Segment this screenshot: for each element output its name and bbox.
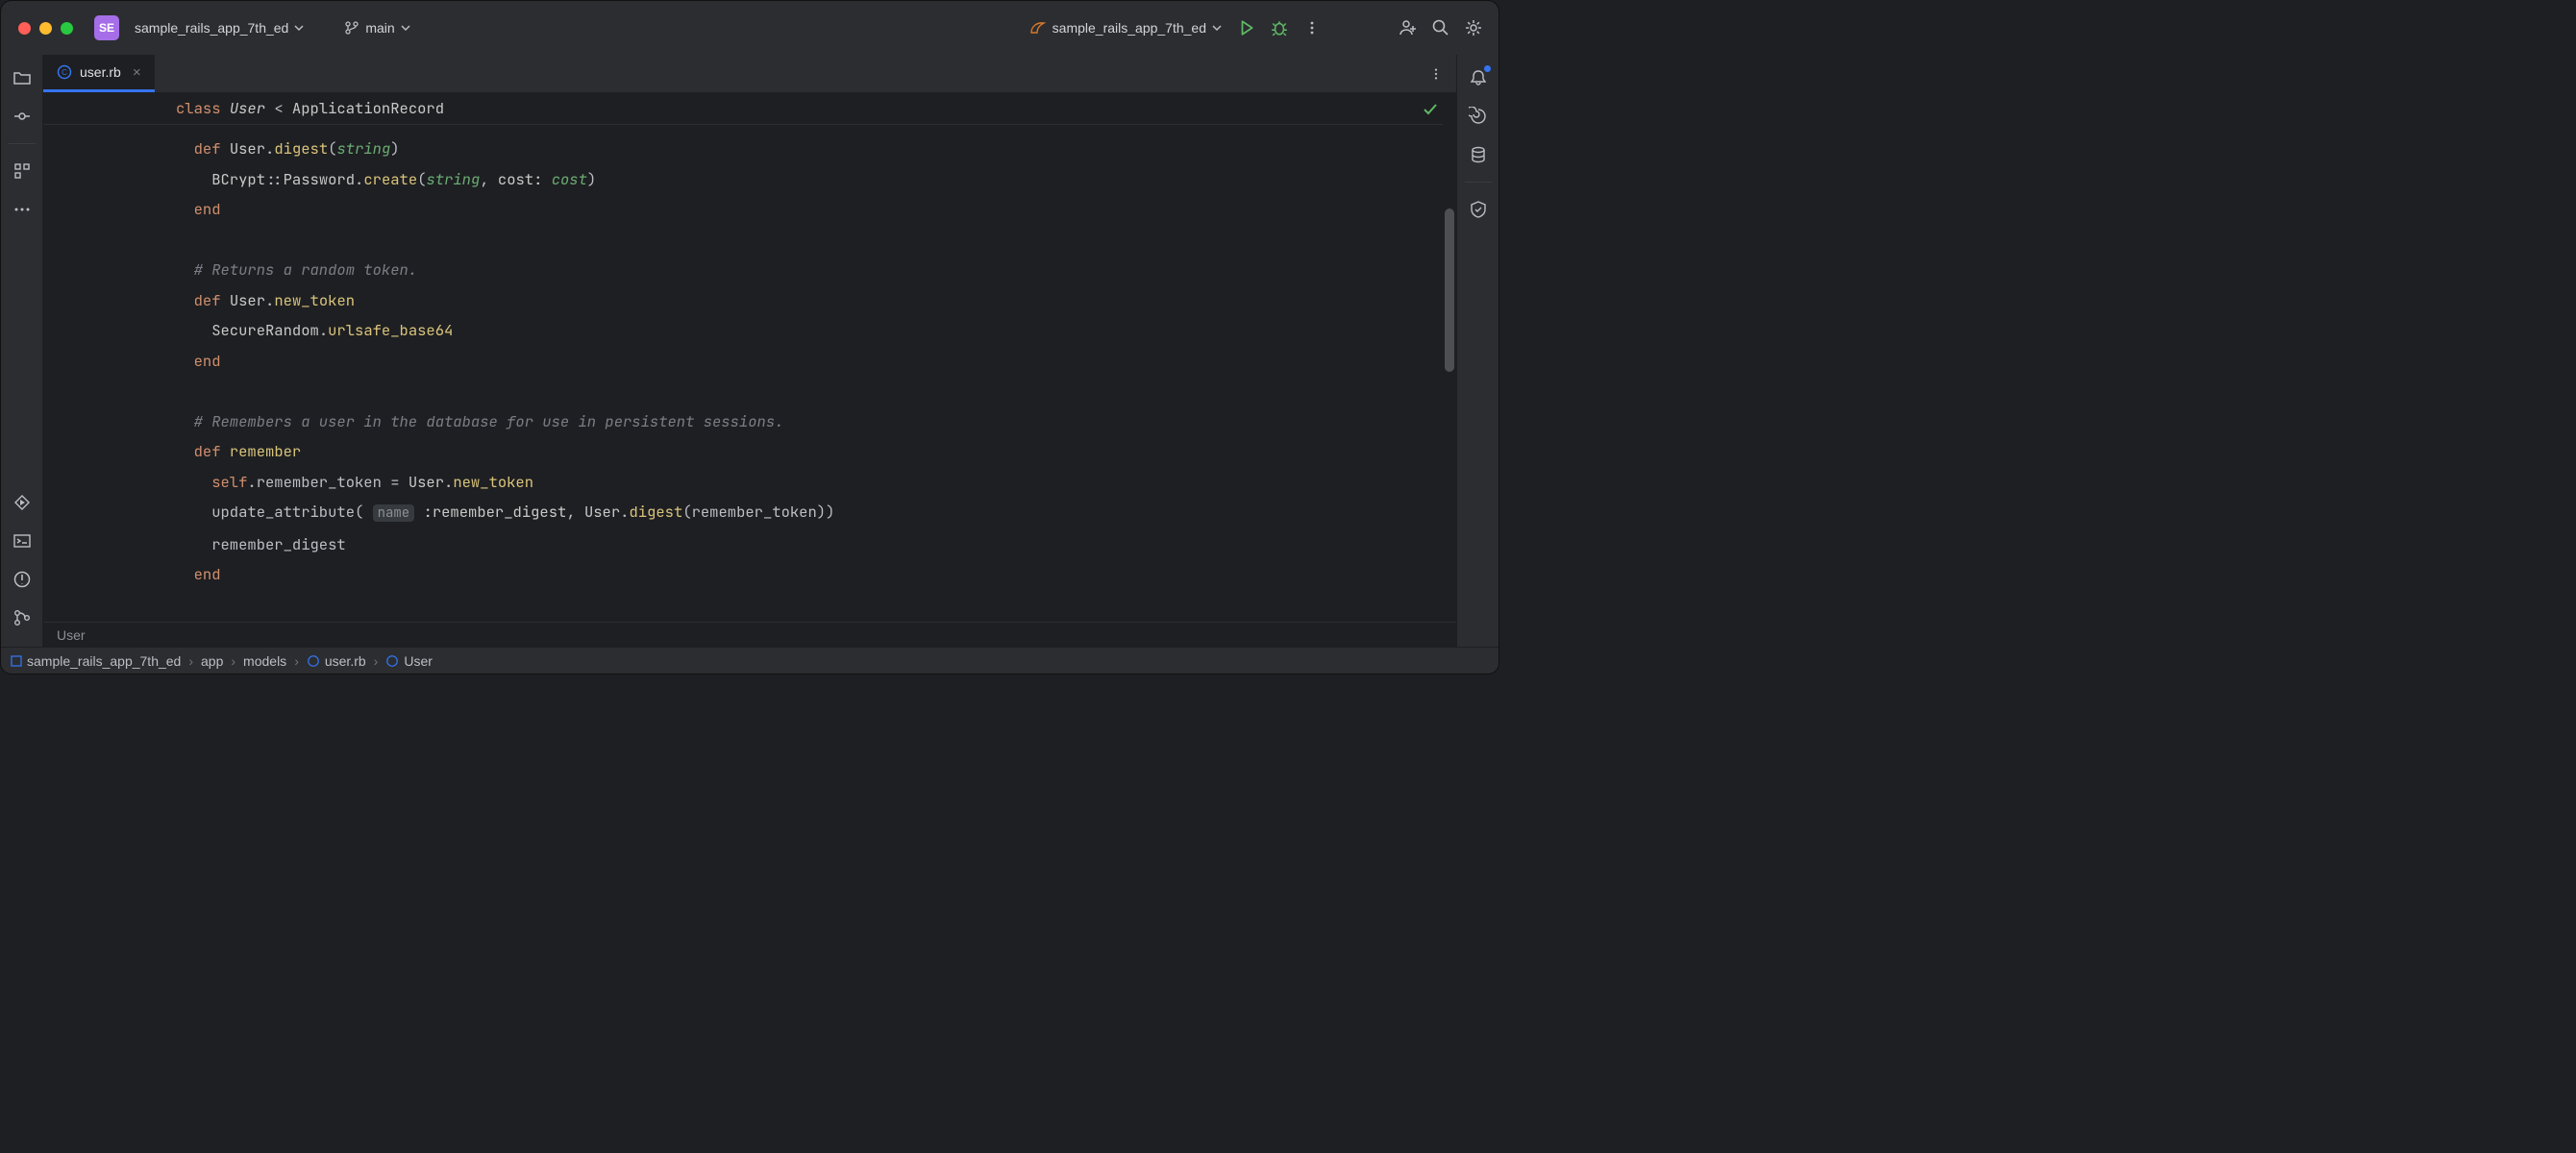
navigation-bar: sample_rails_app_7th_ed › app › models ›… (1, 647, 1499, 674)
folder-icon (12, 68, 32, 87)
problems-toolwindow-button[interactable] (7, 564, 37, 595)
project-selector[interactable]: sample_rails_app_7th_ed (129, 16, 310, 39)
database-icon (1469, 145, 1488, 164)
chevron-right-icon: › (231, 653, 235, 669)
sticky-header: class User < ApplicationRecord (43, 93, 1443, 125)
add-user-icon (1399, 18, 1418, 37)
commit-toolwindow-button[interactable] (7, 101, 37, 132)
database-toolwindow-button[interactable] (1463, 139, 1494, 170)
search-everywhere-button[interactable] (1427, 14, 1454, 41)
settings-button[interactable] (1460, 14, 1487, 41)
shield-icon (1469, 200, 1488, 219)
terminal-toolwindow-button[interactable] (7, 526, 37, 556)
left-toolwindow-bar (1, 55, 43, 647)
play-outline-icon (12, 493, 32, 512)
nav-item[interactable]: User (385, 653, 433, 669)
chevron-right-icon: › (188, 653, 193, 669)
right-toolwindow-bar (1456, 55, 1499, 647)
nav-item[interactable]: user.rb (307, 653, 366, 669)
maximize-window-button[interactable] (61, 22, 73, 35)
code-with-me-button[interactable] (1395, 14, 1422, 41)
separator (1465, 182, 1492, 183)
chevron-right-icon: › (374, 653, 379, 669)
run-button[interactable] (1233, 14, 1260, 41)
structure-toolwindow-button[interactable] (7, 156, 37, 186)
kebab-icon (1304, 20, 1320, 36)
chevron-right-icon: › (294, 653, 299, 669)
ai-assistant-button[interactable] (1463, 101, 1494, 132)
branch-icon (344, 20, 359, 36)
nav-item[interactable]: sample_rails_app_7th_ed (11, 653, 181, 669)
nav-item[interactable]: app (201, 653, 223, 669)
ruby-class-icon (385, 654, 399, 668)
chevron-down-icon (401, 23, 410, 33)
bug-icon (1271, 19, 1288, 37)
vcs-toolwindow-button[interactable] (7, 602, 37, 633)
svg-text:C: C (62, 68, 67, 77)
project-name: sample_rails_app_7th_ed (135, 20, 288, 36)
editor-tab-options[interactable] (1425, 63, 1447, 85)
more-actions-button[interactable] (1299, 14, 1325, 41)
notifications-button[interactable] (1463, 62, 1494, 93)
git-icon (12, 608, 32, 627)
more-toolwindows-button[interactable] (7, 194, 37, 225)
debug-button[interactable] (1266, 14, 1293, 41)
titlebar: SE sample_rails_app_7th_ed main sample_r… (1, 1, 1499, 55)
close-window-button[interactable] (18, 22, 31, 35)
editor-tabs: C user.rb × (43, 55, 1456, 93)
more-horizontal-icon (12, 200, 32, 219)
ruby-class-icon (307, 654, 320, 668)
chevron-down-icon (294, 23, 304, 33)
tab-label: user.rb (80, 64, 121, 80)
run-config-selector[interactable]: sample_rails_app_7th_ed (1024, 15, 1227, 40)
shield-toolwindow-button[interactable] (1463, 194, 1494, 225)
gear-icon (1464, 18, 1483, 37)
nav-item[interactable]: models (243, 653, 286, 669)
window-controls (18, 22, 73, 35)
separator (9, 143, 36, 144)
code-editor[interactable]: class User < ApplicationRecord def User.… (43, 93, 1456, 622)
project-badge: SE (94, 15, 119, 40)
play-icon (1238, 19, 1255, 37)
breadcrumb-item[interactable]: User (57, 627, 86, 643)
run-toolwindow-button[interactable] (7, 487, 37, 518)
ruby-class-icon: C (57, 64, 72, 80)
close-tab-button[interactable]: × (133, 64, 141, 81)
search-icon (1431, 18, 1450, 37)
project-toolwindow-button[interactable] (7, 62, 37, 93)
kebab-icon (1429, 67, 1443, 81)
terminal-icon (12, 531, 32, 551)
notification-badge (1484, 65, 1491, 72)
chevron-down-icon (1212, 23, 1222, 33)
git-branch-selector[interactable]: main (338, 16, 415, 39)
branch-name: main (365, 20, 394, 36)
structure-icon (12, 161, 32, 181)
warning-icon (12, 570, 32, 589)
spiral-icon (1469, 107, 1488, 126)
editor-breadcrumb-bar: User (43, 622, 1456, 647)
commit-icon (12, 107, 32, 126)
run-config-name: sample_rails_app_7th_ed (1053, 20, 1206, 36)
minimize-window-button[interactable] (39, 22, 52, 35)
rails-icon (1029, 19, 1047, 37)
inspection-ok-icon[interactable] (1422, 101, 1439, 118)
module-icon (11, 655, 22, 667)
editor-tab-user-rb[interactable]: C user.rb × (43, 55, 155, 92)
